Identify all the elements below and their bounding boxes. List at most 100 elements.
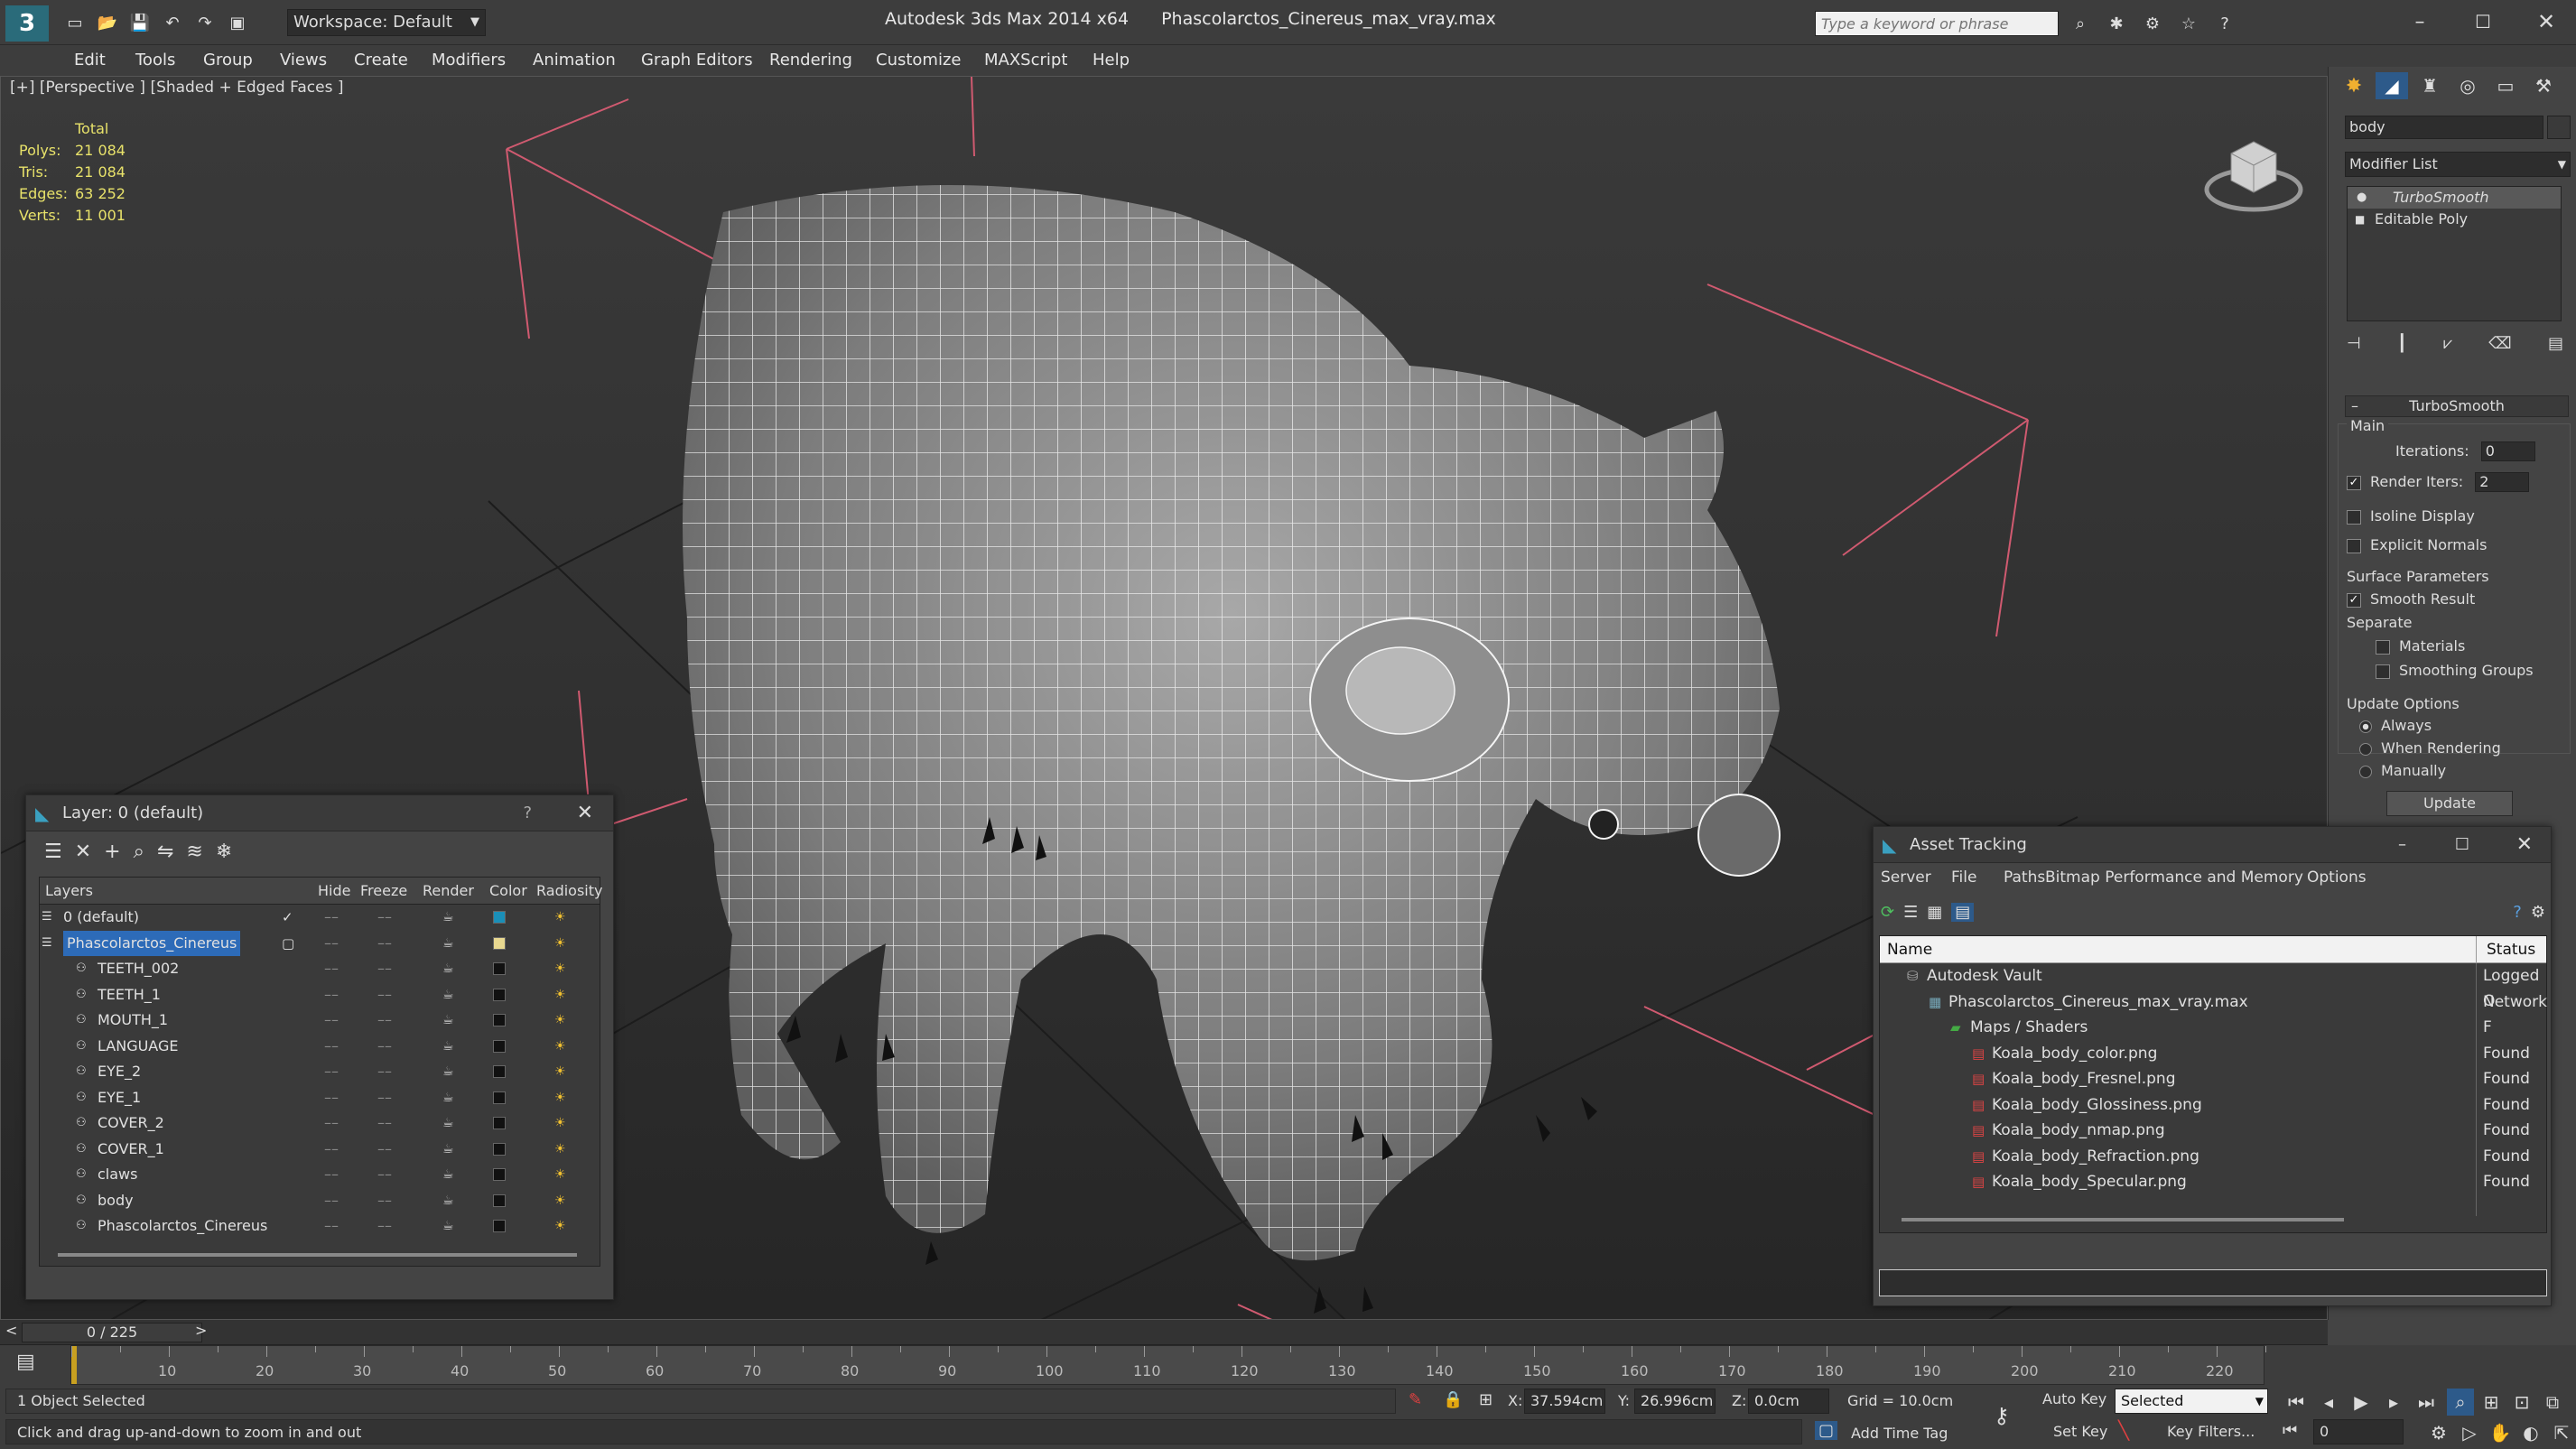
freeze-all-icon[interactable]: ❄ bbox=[216, 841, 232, 863]
key-mode-icon[interactable]: ⚷ bbox=[1994, 1403, 2010, 1428]
layer-expand-icon[interactable]: ⚇ bbox=[76, 1213, 87, 1239]
help-icon[interactable]: ? bbox=[2513, 903, 2522, 922]
hide-toggle[interactable]: –– bbox=[324, 956, 339, 981]
asset-path-field[interactable] bbox=[1879, 1269, 2547, 1296]
track-bar[interactable]: ▤ 10 20 30 40 50 60 70 80 90 100 110 120 130 140 150 16… bbox=[0, 1345, 2576, 1385]
layer-dialog-title-bar[interactable]: ◣ Layer: 0 (default) ? ✕ bbox=[26, 795, 613, 831]
smooth-result-checkbox[interactable]: ✓ bbox=[2347, 592, 2361, 608]
asset-row[interactable]: ▤ Koala_body_Specular.png Found bbox=[1880, 1169, 2548, 1194]
asset-row[interactable]: ▤ Koala_body_Fresnel.png Found bbox=[1880, 1066, 2548, 1091]
radiosity-icon[interactable]: ☀ bbox=[554, 931, 566, 956]
turbosmooth-rollout-header[interactable]: – TurboSmooth bbox=[2345, 395, 2569, 417]
save-icon[interactable]: 💾 bbox=[126, 9, 153, 36]
add-time-tag-icon[interactable]: ▢ bbox=[1815, 1421, 1838, 1440]
hide-toggle[interactable]: –– bbox=[324, 1059, 339, 1084]
menu-tools[interactable]: Tools bbox=[135, 51, 175, 70]
previous-frame-icon[interactable]: ◂ bbox=[2315, 1389, 2342, 1416]
radiosity-icon[interactable]: ☀ bbox=[554, 956, 566, 981]
current-frame-field[interactable]: 0 bbox=[2313, 1419, 2404, 1444]
asset-dialog-title-bar[interactable]: ◣ Asset Tracking – ☐ ✕ bbox=[1874, 827, 2551, 863]
stack-item-editable-poly[interactable]: ■ Editable Poly bbox=[2348, 209, 2561, 230]
zoom-extents-all-icon[interactable]: ⧉ bbox=[2539, 1389, 2566, 1416]
key-mode-toggle-icon[interactable]: ⏮ bbox=[2283, 1421, 2297, 1440]
freeze-toggle[interactable]: –– bbox=[377, 1162, 392, 1187]
zoom-extents-icon[interactable]: ⊡ bbox=[2508, 1389, 2535, 1416]
menu-group[interactable]: Group bbox=[203, 51, 253, 70]
render-teapot-icon[interactable]: ☕ bbox=[442, 1085, 454, 1110]
layer-expand-icon[interactable]: ⚇ bbox=[76, 982, 87, 1008]
column-layers[interactable]: Layers bbox=[45, 878, 93, 905]
layer-row[interactable]: ⚇ EYE_2 –– –– ☕ ☀ bbox=[40, 1059, 598, 1084]
freeze-toggle[interactable]: –– bbox=[377, 1034, 392, 1059]
column-name[interactable]: Name bbox=[1887, 936, 1932, 963]
layer-expand-icon[interactable]: ☰ bbox=[42, 931, 52, 956]
render-iters-checkbox[interactable]: ✓ bbox=[2347, 475, 2361, 490]
motion-tab-icon[interactable]: ◎ bbox=[2451, 72, 2484, 99]
y-coordinate-field[interactable]: 26.996cm bbox=[1634, 1389, 1716, 1414]
show-end-result-icon[interactable]: ┃ bbox=[2397, 334, 2407, 353]
asset-row[interactable]: ▰ Maps / Shaders bbox=[1880, 1015, 2548, 1040]
isolate-selection-icon[interactable]: ✎ bbox=[1409, 1390, 1422, 1409]
freeze-toggle[interactable]: –– bbox=[377, 1213, 392, 1239]
radiosity-icon[interactable]: ☀ bbox=[554, 1188, 566, 1213]
layer-color-swatch[interactable] bbox=[493, 1194, 506, 1207]
layer-color-swatch[interactable] bbox=[493, 1065, 506, 1078]
asset-menu-bitmap[interactable]: Bitmap Performance and Memory bbox=[2045, 863, 2303, 892]
object-color-swatch[interactable] bbox=[2547, 116, 2571, 139]
asset-row[interactable]: ▤ Koala_body_color.png Found bbox=[1880, 1041, 2548, 1066]
current-layer-box-icon[interactable]: ▢ bbox=[282, 931, 294, 956]
menu-create[interactable]: Create bbox=[354, 51, 408, 70]
maximize-icon[interactable]: ☐ bbox=[2455, 827, 2469, 863]
freeze-toggle[interactable]: –– bbox=[377, 931, 392, 956]
render-teapot-icon[interactable]: ☕ bbox=[442, 1188, 454, 1213]
freeze-toggle[interactable]: –– bbox=[377, 1188, 392, 1213]
key-filter-icon[interactable]: ╲ bbox=[2118, 1419, 2129, 1441]
maxscript-listener[interactable]: 1 Object Selected bbox=[5, 1389, 1396, 1414]
time-slider[interactable]: < 0 / 225 > bbox=[0, 1320, 2328, 1345]
menu-modifiers[interactable]: Modifiers bbox=[432, 51, 506, 70]
workspace-dropdown[interactable]: Workspace: Default ▼ bbox=[287, 9, 486, 36]
column-freeze[interactable]: Freeze bbox=[360, 878, 407, 905]
layer-row[interactable]: ⚇ body –– –– ☕ ☀ bbox=[40, 1188, 598, 1213]
column-render[interactable]: Render bbox=[423, 878, 474, 905]
viewport-label[interactable]: [+] [Perspective ] [Shaded + Edged Faces… bbox=[10, 79, 343, 97]
menu-customize[interactable]: Customize bbox=[876, 51, 961, 70]
layer-expand-icon[interactable]: ⚇ bbox=[76, 1059, 87, 1084]
close-icon[interactable]: ✕ bbox=[2528, 7, 2564, 36]
minimize-icon[interactable]: – bbox=[2402, 7, 2438, 36]
iterations-spinner[interactable]: 0 bbox=[2480, 441, 2535, 461]
selection-lock-icon[interactable]: 🔒 bbox=[1443, 1390, 1463, 1409]
render-iters-spinner[interactable]: 2 bbox=[2475, 472, 2530, 492]
radiosity-icon[interactable]: ☀ bbox=[554, 1085, 566, 1110]
layer-row[interactable]: ⚇ claws –– –– ☕ ☀ bbox=[40, 1162, 598, 1187]
hide-all-icon[interactable]: ≋ bbox=[186, 841, 202, 863]
render-teapot-icon[interactable]: ☕ bbox=[442, 956, 454, 981]
layer-row[interactable]: ⚇ EYE_1 –– –– ☕ ☀ bbox=[40, 1085, 598, 1110]
object-name-field[interactable]: body bbox=[2345, 116, 2543, 139]
menu-rendering[interactable]: Rendering bbox=[769, 51, 852, 70]
time-config-icon[interactable]: ⚙ bbox=[2425, 1419, 2452, 1446]
auto-key-button[interactable]: Auto Key bbox=[2042, 1390, 2106, 1407]
settings-icon[interactable]: ⚙ bbox=[2531, 903, 2545, 922]
render-teapot-icon[interactable]: ☕ bbox=[442, 1162, 454, 1187]
layer-color-swatch[interactable] bbox=[493, 1168, 506, 1181]
close-icon[interactable]: ✕ bbox=[577, 795, 593, 831]
hide-toggle[interactable]: –– bbox=[324, 1213, 339, 1239]
exchange-icon[interactable]: ⚙ bbox=[2140, 11, 2165, 36]
freeze-toggle[interactable]: –– bbox=[377, 1137, 392, 1162]
make-unique-icon[interactable]: ⩗ bbox=[2443, 334, 2452, 353]
create-tab-icon[interactable]: ✸ bbox=[2338, 72, 2370, 99]
table-view-icon[interactable]: ▤ bbox=[1951, 903, 1975, 922]
utilities-tab-icon[interactable]: ⚒ bbox=[2527, 72, 2560, 99]
layer-expand-icon[interactable]: ⚇ bbox=[76, 1137, 87, 1162]
remove-modifier-icon[interactable]: ⌫ bbox=[2488, 334, 2511, 353]
search-box[interactable] bbox=[1815, 11, 2059, 36]
asset-menu-paths[interactable]: Paths bbox=[2004, 863, 2045, 892]
radiosity-icon[interactable]: ☀ bbox=[554, 1137, 566, 1162]
layer-row[interactable]: ⚇ MOUTH_1 –– –– ☕ ☀ bbox=[40, 1008, 598, 1033]
search-input[interactable] bbox=[1816, 12, 2058, 35]
layer-color-swatch[interactable] bbox=[493, 1014, 506, 1026]
manually-radio[interactable] bbox=[2359, 765, 2372, 778]
menu-help[interactable]: Help bbox=[1093, 51, 1130, 70]
render-teapot-icon[interactable]: ☕ bbox=[442, 931, 454, 956]
